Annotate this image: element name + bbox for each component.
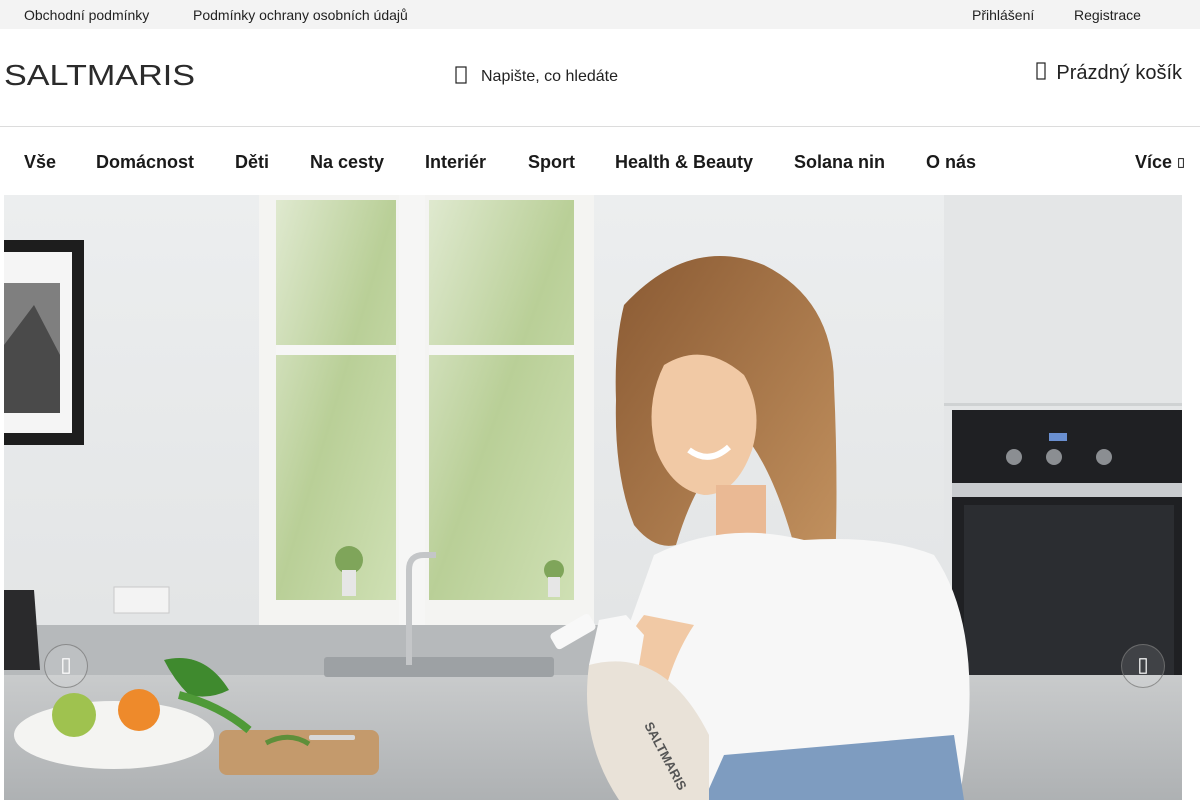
- svg-text:SALTMARIS: SALTMARIS: [4, 60, 195, 89]
- nav-more-label: Více: [1134, 152, 1172, 172]
- terms-link[interactable]: Obchodní podmínky: [24, 7, 149, 23]
- nav-item-vse[interactable]: Vše: [24, 152, 56, 173]
- top-bar: Obchodní podmínky Podmínky ochrany osobn…: [0, 0, 1200, 29]
- privacy-link[interactable]: Podmínky ochrany osobních údajů: [193, 7, 408, 23]
- nav-item-domacnost[interactable]: Domácnost: [96, 152, 194, 173]
- login-link[interactable]: Přihlášení: [972, 7, 1034, 23]
- cart-icon: [1036, 62, 1046, 85]
- nav-item-interier[interactable]: Interiér: [425, 152, 486, 173]
- cart-label: Prázdný košík: [1056, 62, 1182, 84]
- category-nav: Vše Domácnost Děti Na cesty Interiér Spo…: [0, 127, 1200, 195]
- carousel-prev-button[interactable]: [44, 644, 88, 688]
- chevron-right-icon: [1139, 658, 1147, 674]
- nav-item-deti[interactable]: Děti: [235, 152, 269, 173]
- nav-more-button[interactable]: Více: [1135, 152, 1184, 173]
- nav-item-na-cesty[interactable]: Na cesty: [310, 152, 384, 173]
- site-header: SALTMARIS Napište, co hledáte Prázdný ko…: [0, 29, 1200, 127]
- nav-item-health-beauty[interactable]: Health & Beauty: [615, 152, 753, 173]
- register-link[interactable]: Registrace: [1074, 7, 1141, 23]
- search-input[interactable]: Napište, co hledáte: [481, 68, 618, 86]
- chevron-left-icon: [62, 658, 70, 674]
- hero-photo: SALTMARIS: [4, 195, 1182, 800]
- cart-button[interactable]: Prázdný košík: [1036, 62, 1182, 85]
- logo[interactable]: SALTMARIS: [4, 59, 196, 94]
- hero-banner[interactable]: SALTMARIS: [4, 195, 1182, 800]
- search-icon[interactable]: [455, 65, 467, 89]
- nav-item-o-nas[interactable]: O nás: [926, 152, 976, 173]
- nav-item-sport[interactable]: Sport: [528, 152, 575, 173]
- chevron-down-icon: [1178, 157, 1184, 168]
- carousel-next-button[interactable]: [1121, 644, 1165, 688]
- nav-item-solana-nin[interactable]: Solana nin: [794, 152, 885, 173]
- search-box[interactable]: Napište, co hledáte: [455, 63, 618, 91]
- logo-wordmark: SALTMARIS: [4, 60, 195, 92]
